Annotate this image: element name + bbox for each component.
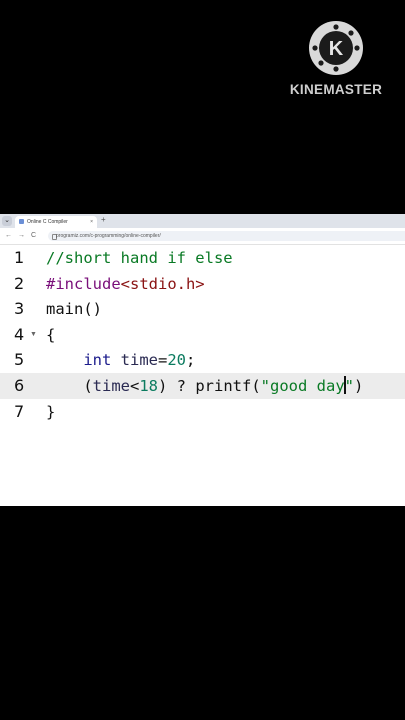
code-line-7[interactable]: 7} [0,399,405,425]
code-token: <stdio.h> [120,274,205,293]
line-number: 2 [14,273,25,293]
favicon-icon [19,219,24,224]
code-line-6[interactable]: 6 (time<18) ? printf("good day") [0,373,405,399]
code-line-2[interactable]: 2 #include<stdio.h> [0,271,405,297]
line-number: 7 [14,401,25,421]
tab-title: Online C Compiler [27,219,68,225]
code-text: (time<18) ? printf("good day") [46,373,363,399]
kinemaster-logo: K [309,21,363,75]
code-token: ( [46,377,93,395]
code-text: } [46,399,55,425]
back-icon[interactable]: ← [5,230,12,242]
code-token: " [344,377,355,395]
browser-toolbar: ← → C programiz.com/c-programming/online… [0,228,405,245]
code-token: main() [46,300,102,319]
code-token: = [158,351,168,370]
forward-icon[interactable]: → [18,230,25,242]
code-token: #include [46,274,121,293]
line-number: 1 [14,248,25,267]
new-tab-button[interactable]: + [101,215,106,224]
code-token: 20 [167,351,187,370]
code-token: "good day [260,377,345,395]
code-token: ) ? printf( [158,377,261,395]
tab-bar: ⌄ Online C Compiler × + [0,214,405,228]
line-number: 4 [14,324,25,344]
code-token: < [130,377,140,395]
code-text: #include<stdio.h> [46,271,205,297]
code-token: 18 [139,377,159,395]
code-token: ) [354,377,364,395]
address-bar[interactable]: programiz.com/c-programming/online-compi… [48,231,405,241]
code-token: { [46,325,56,344]
logo-letter: K [329,38,344,60]
line-number: 5 [14,350,25,370]
line-number: 3 [14,299,25,319]
code-line-1[interactable]: 1 //short hand if else [0,245,405,271]
tab-close-icon[interactable]: × [90,216,93,228]
code-token: time [92,377,130,395]
code-token: time [120,351,158,370]
code-token: int [83,351,112,370]
code-text: //short hand if else [46,245,233,271]
tab-online-c-compiler[interactable]: Online C Compiler × [15,216,97,228]
code-token: //short hand if else [46,249,233,267]
code-text: { [46,322,55,348]
code-line-5[interactable]: 5 int time=20; [0,347,405,373]
reload-icon[interactable]: C [31,230,36,242]
code-text: main() [46,296,102,322]
code-line-4[interactable]: 4 ▼ { [0,322,405,348]
browser-window: ⌄ Online C Compiler × + ← → C programiz.… [0,214,405,506]
code-token: ; [186,351,196,370]
fold-arrow-icon[interactable]: ▼ [30,322,37,348]
code-editor[interactable]: 1//short hand if else 2 #include<stdio.h> 3… [0,245,405,506]
url-text: programiz.com/c-programming/online-compi… [56,233,161,239]
code-token: } [46,402,56,421]
code-line-3[interactable]: 3 main() [0,296,405,322]
code-text: int time=20; [46,347,195,373]
line-number: 6 [14,376,25,395]
tab-menu-button[interactable]: ⌄ [2,216,12,226]
kinemaster-wordmark: KINEMASTER [289,82,383,97]
